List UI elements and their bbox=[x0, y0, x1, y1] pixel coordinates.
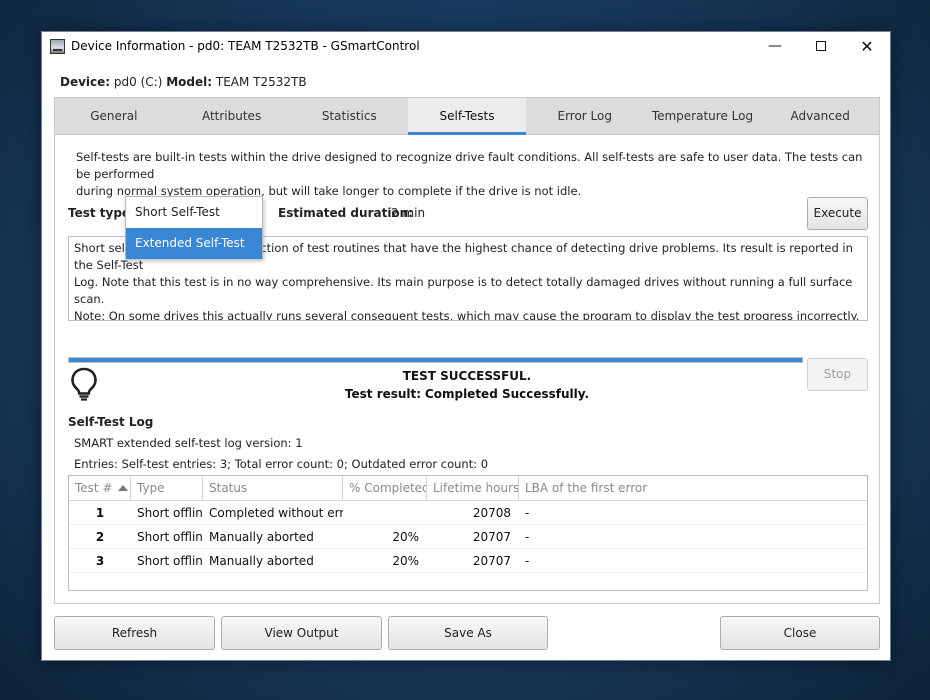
cell-completed: 20% bbox=[392, 554, 419, 568]
maximize-button[interactable] bbox=[798, 32, 844, 61]
progress-fill bbox=[69, 358, 802, 362]
cell-status: Completed without error bbox=[209, 506, 343, 520]
result-value: Completed Successfully. bbox=[424, 387, 590, 401]
dropdown-option-extended[interactable]: Extended Self-Test bbox=[126, 228, 262, 259]
tab-attributes[interactable]: Attributes bbox=[173, 98, 291, 134]
cell-test-num: 1 bbox=[95, 506, 105, 520]
result-label: Test result: bbox=[344, 387, 422, 401]
description-line: Note: On some drives this actually runs … bbox=[74, 309, 860, 321]
test-progress-bar bbox=[68, 357, 803, 363]
minimize-button[interactable]: — bbox=[752, 32, 798, 61]
cell-lifetime-hours: 20707 bbox=[472, 530, 511, 544]
tab-general[interactable]: General bbox=[55, 98, 173, 134]
result-title: TEST SUCCESSFUL. bbox=[402, 369, 532, 383]
col-header-lba[interactable]: LBA of the first error bbox=[519, 476, 867, 500]
cell-completed bbox=[343, 501, 427, 524]
column-label: Test # bbox=[75, 481, 113, 495]
maximize-icon bbox=[816, 41, 826, 51]
refresh-button[interactable]: Refresh bbox=[54, 616, 215, 650]
log-entries: Entries: Self-test entries: 3; Total err… bbox=[74, 457, 489, 471]
cell-type: Short offline bbox=[137, 530, 203, 544]
log-version: SMART extended self-test log version: 1 bbox=[74, 436, 303, 450]
table-header: Test # Type Status % Completed Lifetime … bbox=[69, 476, 867, 501]
model-label: Model: bbox=[166, 75, 213, 89]
col-header-lifetime-hours[interactable]: Lifetime hours bbox=[427, 476, 519, 500]
self-test-log-table[interactable]: Test # Type Status % Completed Lifetime … bbox=[68, 475, 868, 591]
table-row[interactable]: 1 Short offline Completed without error … bbox=[69, 501, 867, 525]
cell-lba: - bbox=[525, 506, 530, 520]
test-type-dropdown[interactable]: Short Self-Test Extended Self-Test bbox=[125, 196, 263, 259]
self-test-log-title: Self-Test Log bbox=[68, 415, 154, 429]
tab-statistics[interactable]: Statistics bbox=[290, 98, 408, 134]
col-header-completed[interactable]: % Completed bbox=[343, 476, 427, 500]
close-window-button[interactable]: ✕ bbox=[844, 32, 890, 61]
title-bar[interactable]: Device Information - pd0: TEAM T2532TB -… bbox=[42, 32, 890, 61]
tab-error-log[interactable]: Error Log bbox=[526, 98, 644, 134]
cell-lifetime-hours: 20708 bbox=[472, 506, 511, 520]
duration-value: 2 min bbox=[391, 206, 426, 220]
cell-type: Short offline bbox=[137, 506, 203, 520]
tab-advanced[interactable]: Advanced bbox=[761, 98, 879, 134]
model-value: TEAM T2532TB bbox=[215, 75, 307, 89]
app-icon bbox=[50, 39, 65, 54]
window-title: Device Information - pd0: TEAM T2532TB -… bbox=[71, 39, 420, 53]
tab-temperature-log[interactable]: Temperature Log bbox=[644, 98, 762, 134]
cell-status: Manually aborted bbox=[209, 530, 314, 544]
cell-test-num: 2 bbox=[95, 530, 105, 544]
cell-lifetime-hours: 20707 bbox=[472, 554, 511, 568]
cell-test-num: 3 bbox=[95, 554, 105, 568]
result-summary: Test result: Completed Successfully. bbox=[55, 387, 879, 401]
cell-status: Manually aborted bbox=[209, 554, 314, 568]
tab-self-tests[interactable]: Self-Tests bbox=[408, 98, 526, 135]
table-row[interactable]: 2 Short offline Manually aborted 20% 207… bbox=[69, 525, 867, 549]
dropdown-option-short[interactable]: Short Self-Test bbox=[126, 197, 262, 228]
close-button[interactable]: Close bbox=[720, 616, 880, 650]
cell-completed: 20% bbox=[392, 530, 419, 544]
execute-button[interactable]: Execute bbox=[807, 197, 868, 230]
device-summary: Device: pd0 (C:) Model: TEAM T2532TB bbox=[60, 75, 307, 89]
sort-ascending-icon bbox=[117, 485, 128, 491]
view-output-button[interactable]: View Output bbox=[221, 616, 382, 650]
cell-type: Short offline bbox=[137, 554, 203, 568]
col-header-type[interactable]: Type bbox=[131, 476, 203, 500]
cell-lba: - bbox=[525, 554, 530, 568]
description-line: Log. Note that this test is in no way co… bbox=[74, 275, 853, 306]
save-as-button[interactable]: Save As bbox=[388, 616, 548, 650]
self-tests-intro: Self-tests are built-in tests within the… bbox=[76, 149, 876, 200]
cell-lba: - bbox=[525, 530, 530, 544]
intro-line: Self-tests are built-in tests within the… bbox=[76, 150, 863, 181]
col-header-test-num[interactable]: Test # bbox=[69, 476, 131, 500]
device-label: Device: bbox=[60, 75, 111, 89]
table-row[interactable]: 3 Short offline Manually aborted 20% 207… bbox=[69, 549, 867, 573]
col-header-status[interactable]: Status bbox=[203, 476, 343, 500]
tab-bar: General Attributes Statistics Self-Tests… bbox=[55, 98, 879, 135]
tab-panel: General Attributes Statistics Self-Tests… bbox=[54, 97, 880, 604]
device-info-window: Device Information - pd0: TEAM T2532TB -… bbox=[41, 31, 891, 661]
device-value: pd0 (C:) bbox=[113, 75, 163, 89]
